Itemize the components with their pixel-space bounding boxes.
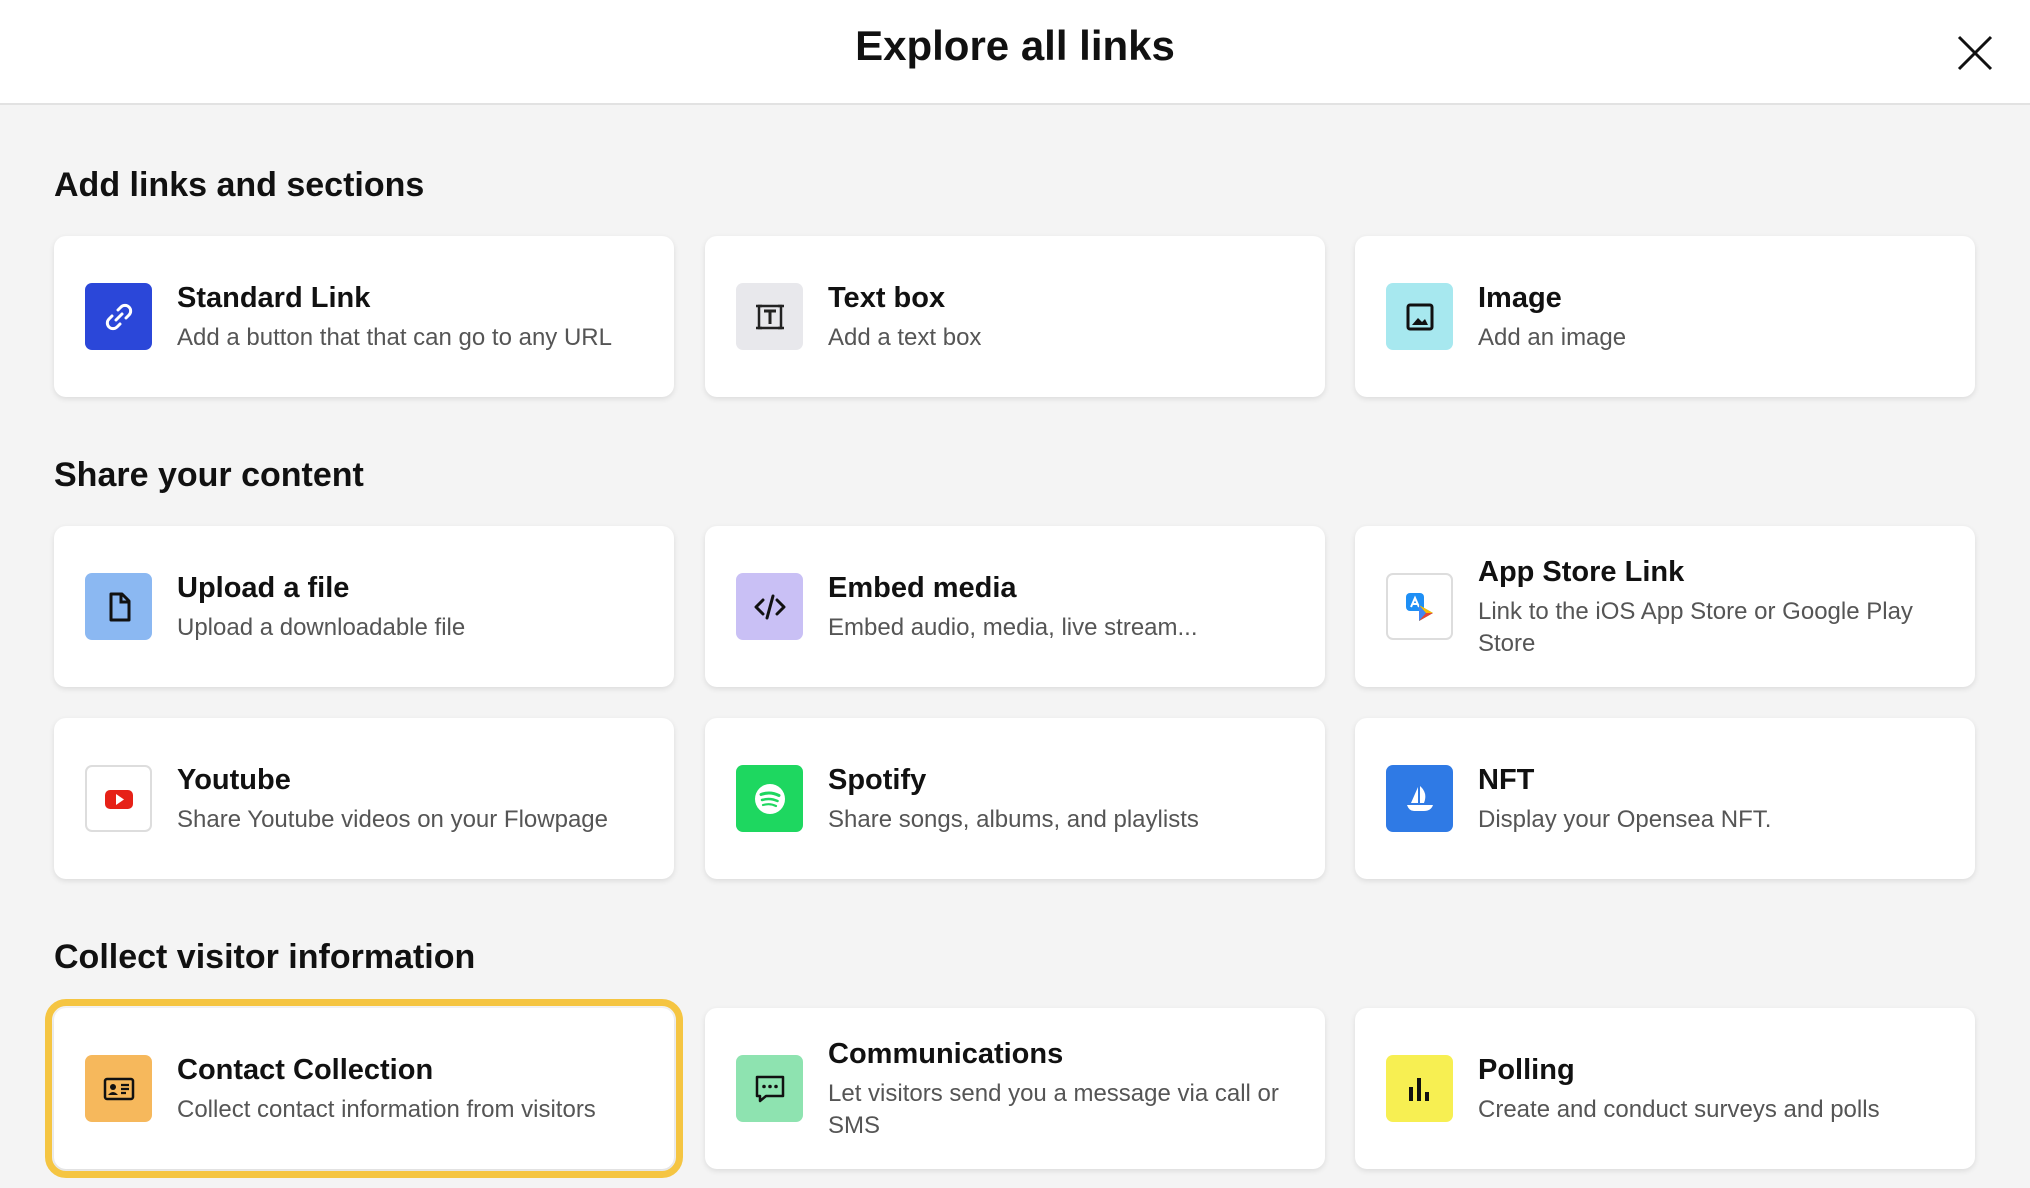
card-title: Polling [1478,1053,1575,1086]
card-polling[interactable]: Polling Create and conduct surveys and p… [1355,1008,1975,1169]
card-description: Add a text box [828,323,982,351]
card-image[interactable]: Image Add an image [1355,236,1975,397]
link-icon [105,303,132,330]
card-title: Communications [828,1037,1064,1070]
modal-header: Explore all links [0,0,2030,105]
card-description: Display your Opensea NFT. [1478,805,1772,833]
close-icon [1957,35,1993,71]
card-title: Embed media [828,571,1017,604]
youtube-icon [104,789,133,809]
file-icon [109,592,130,621]
card-title: Spotify [828,763,927,796]
contact-card-icon [103,1077,134,1100]
bar-chart-icon [1408,1077,1429,1101]
card-description: Collect contact information from visitor… [177,1095,596,1123]
card-description: Embed audio, media, live stream... [828,613,1198,641]
card-standard-link[interactable]: Standard Link Add a button that that can… [54,236,674,397]
card-title: Contact Collection [177,1053,434,1086]
card-text-box[interactable]: Text box Add a text box [705,236,1325,397]
section-title-add-links: Add links and sections [54,166,425,204]
card-description: Upload a downloadable file [177,613,466,641]
card-contact-collection[interactable]: Contact Collection Collect contact infor… [45,999,683,1178]
card-description: Share Youtube videos on your Flowpage [177,805,608,833]
message-icon [755,1075,784,1102]
card-title: Text box [828,281,946,314]
card-description: Let visitors send you a message via call… [828,1079,1279,1139]
card-upload-file[interactable]: Upload a file Upload a downloadable file [54,526,674,687]
card-embed-media[interactable]: Embed media Embed audio, media, live str… [705,526,1325,687]
card-description: Share songs, albums, and playlists [828,805,1199,833]
spotify-icon [754,783,785,814]
card-description: Create and conduct surveys and polls [1478,1095,1880,1123]
card-title: Image [1478,281,1562,314]
text-box-icon [755,304,784,329]
card-title: Standard Link [177,281,371,314]
card-title: Youtube [177,763,291,796]
card-title: NFT [1478,763,1535,796]
image-icon [1406,303,1433,330]
card-title: App Store Link [1478,555,1685,588]
card-youtube[interactable]: Youtube Share Youtube videos on your Flo… [54,718,674,879]
section-title-collect-info: Collect visitor information [54,938,476,976]
card-communications[interactable]: Communications Let visitors send you a m… [705,1008,1325,1169]
card-description: Link to the iOS App Store or Google Play… [1478,597,1913,657]
page-title: Explore all links [855,22,1175,69]
card-description: Add a button that that can go to any URL [177,323,612,351]
card-nft[interactable]: NFT Display your Opensea NFT. [1355,718,1975,879]
section-title-share-content: Share your content [54,456,364,494]
code-icon [754,594,785,619]
close-button[interactable] [1955,33,1995,73]
card-app-store-link[interactable]: App Store Link Link to the iOS App Store… [1355,526,1975,687]
card-title: Upload a file [177,571,350,604]
card-description: Add an image [1478,323,1627,351]
app-store-icon [1405,592,1433,621]
opensea-icon [1406,785,1433,811]
card-spotify[interactable]: Spotify Share songs, albums, and playlis… [705,718,1325,879]
